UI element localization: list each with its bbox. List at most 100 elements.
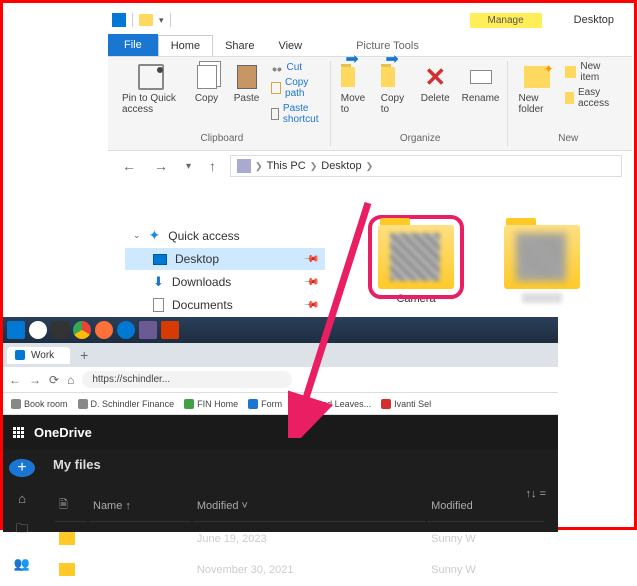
cut-icon (271, 61, 283, 73)
group-label: Clipboard (198, 131, 245, 146)
windows-start-icon[interactable] (7, 321, 25, 339)
bookmark[interactable]: D. Schindler Finance (78, 399, 175, 409)
manage-tab[interactable]: Manage (470, 13, 542, 28)
new-folder-icon (523, 63, 551, 91)
bookmark-icon (78, 399, 88, 409)
copy-path-button[interactable]: Copy path (271, 77, 324, 99)
new-item-icon (565, 66, 576, 78)
tab-home[interactable]: Home (158, 35, 213, 56)
ribbon-group-clipboard: Pin to Quick access Copy Paste Cut Copy … (114, 61, 331, 146)
bookmark-icon (248, 399, 258, 409)
move-to-button[interactable]: ➡ Move to (339, 61, 371, 117)
add-button[interactable]: + (9, 459, 35, 477)
sidebar-quick-access[interactable]: ⌄ ✦ Quick access (125, 223, 325, 248)
copy-to-icon: ➡ (381, 63, 409, 91)
history-dropdown[interactable]: ▾ (182, 161, 195, 172)
pin-icon: 📌 (302, 297, 319, 314)
label: Paste (234, 93, 260, 104)
tab-file[interactable]: File (108, 34, 158, 56)
search-icon[interactable] (29, 321, 47, 339)
browser-tab-work[interactable]: Work (7, 347, 70, 364)
table-row[interactable]: A_PA November 30, 2021 Sunny W (55, 555, 544, 584)
up-button[interactable]: ↑ (205, 158, 220, 174)
back-button[interactable]: ← (9, 373, 21, 387)
forward-button[interactable]: → (29, 373, 41, 387)
bookmark[interactable]: Ivanti Sel (381, 399, 431, 409)
edge-icon[interactable] (117, 321, 135, 339)
sidebar-item-downloads[interactable]: ⬇ Downloads 📌 (125, 270, 325, 294)
app-launcher-icon[interactable] (13, 427, 24, 438)
tab-share[interactable]: Share (213, 36, 266, 56)
folder-item[interactable] (504, 225, 580, 305)
bookmark[interactable]: ay and Leaves... (292, 399, 371, 409)
clipboard-small: Cut Copy path Paste shortcut (271, 61, 324, 125)
col-name[interactable]: Name ↑ (89, 490, 191, 522)
folder-item-camera[interactable]: Camera (378, 225, 454, 305)
onedrive-main: My files ↑↓ = 🗎 Name ↑ Modified ˅ Modifi… (41, 449, 558, 532)
task-view-icon[interactable] (51, 321, 69, 339)
download-icon: ⬇ (153, 274, 164, 290)
copy-icon (193, 63, 221, 91)
paste-shortcut-button[interactable]: Paste shortcut (271, 103, 324, 125)
crumb-desktop[interactable]: Desktop (321, 160, 361, 172)
col-icon[interactable]: 🗎 (55, 490, 87, 522)
address-bar: ← → ▾ ↑ ❯ This PC ❯ Desktop ❯ (108, 151, 632, 181)
firefox-icon[interactable] (95, 321, 113, 339)
breadcrumb[interactable]: ❯ This PC ❯ Desktop ❯ (230, 155, 622, 177)
table-row[interactable]: ▬ June 19, 2023 Sunny W (55, 524, 544, 553)
pin-to-quick-access-button[interactable]: Pin to Quick access (120, 61, 183, 117)
ribbon: Pin to Quick access Copy Paste Cut Copy … (108, 56, 632, 151)
window-title: Desktop (574, 14, 632, 26)
pin-icon: 📌 (302, 274, 319, 291)
label: Rename (462, 93, 500, 104)
tab-favicon (15, 350, 25, 360)
dropdown-icon[interactable]: ▾ (159, 15, 164, 26)
bookmark[interactable]: FIN Home (184, 399, 238, 409)
label: Copy to (381, 93, 409, 115)
folder-icon (504, 225, 580, 289)
desktop-icon (153, 254, 167, 265)
folder-icon (139, 14, 153, 26)
sidebar-item-documents[interactable]: Documents 📌 (125, 294, 325, 316)
ribbon-group-organize: ➡ Move to ➡ Copy to ✕ Delete Rename Orga… (333, 61, 509, 146)
copy-to-button[interactable]: ➡ Copy to (379, 61, 411, 117)
bookmark[interactable]: Book room (11, 399, 68, 409)
easy-access-button[interactable]: Easy access (565, 87, 620, 109)
app-icon[interactable] (161, 321, 179, 339)
rename-button[interactable]: Rename (460, 61, 502, 106)
delete-button[interactable]: ✕ Delete (419, 61, 452, 106)
bookmark-icon (381, 399, 391, 409)
crumb-this-pc[interactable]: This PC (267, 160, 306, 172)
col-modified[interactable]: Modified ˅ (193, 490, 425, 522)
files-icon[interactable]: 🗀 (15, 520, 28, 542)
chrome-icon[interactable] (73, 321, 91, 339)
url-input[interactable] (82, 371, 292, 388)
sidebar-item-desktop[interactable]: Desktop 📌 (125, 248, 325, 270)
new-small: New item Easy access (565, 61, 620, 109)
forward-button[interactable]: → (150, 158, 172, 174)
paste-button[interactable]: Paste (231, 61, 263, 106)
title-bar: ▾ Manage Desktop (108, 9, 632, 31)
shared-icon[interactable]: 👥 (14, 556, 30, 572)
bookmark[interactable]: Form (248, 399, 282, 409)
pc-icon (237, 159, 251, 173)
tab-view[interactable]: View (266, 36, 314, 56)
home-button[interactable]: ⌂ (67, 373, 74, 387)
refresh-button[interactable]: ⟳ (49, 373, 59, 387)
back-button[interactable]: ← (118, 158, 140, 174)
shortcut-icon (271, 108, 279, 120)
group-label: Organize (398, 131, 443, 146)
cut-button[interactable]: Cut (271, 61, 324, 73)
copy-button[interactable]: Copy (191, 61, 223, 106)
home-icon[interactable]: ⌂ (18, 491, 26, 506)
new-folder-button[interactable]: New folder (516, 61, 556, 117)
onedrive-body: + ⌂ 🗀 👥 My files ↑↓ = 🗎 Name ↑ Modified … (3, 449, 558, 532)
new-tab-button[interactable]: + (74, 347, 94, 363)
chevron-right-icon: ❯ (366, 161, 374, 172)
label: Copy (195, 93, 218, 104)
onenote-icon[interactable] (139, 321, 157, 339)
rename-icon (467, 63, 495, 91)
bookmarks-bar: Book room D. Schindler Finance FIN Home … (3, 393, 558, 415)
sort-controls[interactable]: ↑↓ = (526, 488, 546, 500)
new-item-button[interactable]: New item (565, 61, 620, 83)
